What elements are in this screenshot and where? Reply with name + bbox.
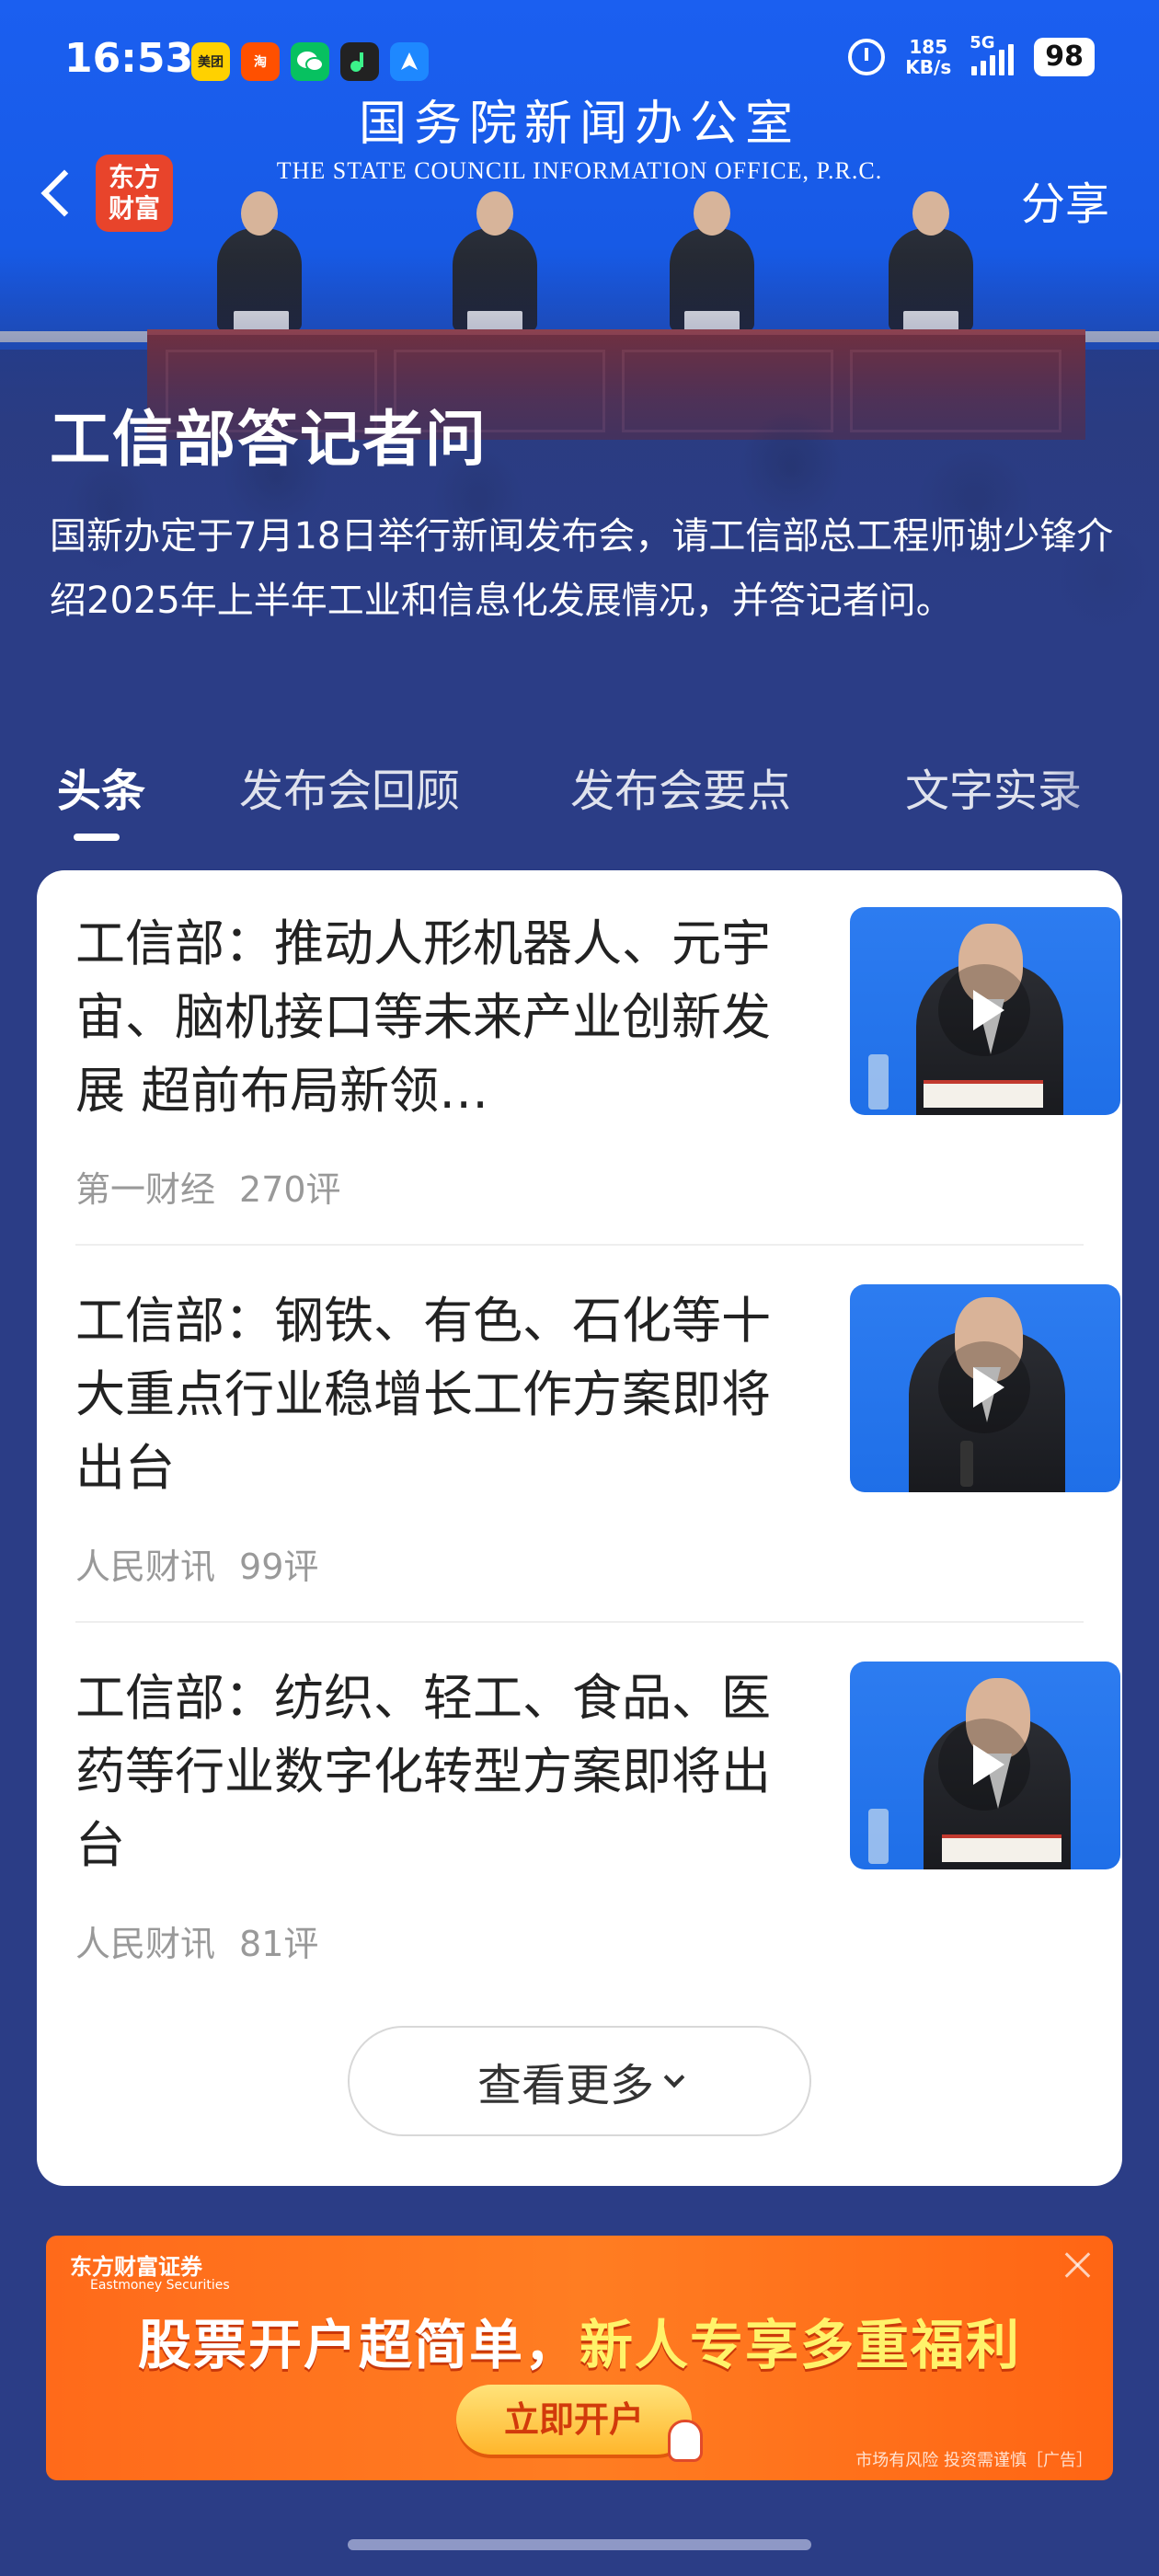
close-icon[interactable] <box>1060 2247 1096 2283</box>
comment-count: 99评 <box>239 1547 319 1587</box>
list-item[interactable]: 工信部：钢铁、有色、石化等十大重点行业稳增长工作方案即将出台 人民财讯 99评 <box>75 1248 1120 1625</box>
play-icon[interactable] <box>938 1719 1030 1811</box>
video-thumbnail[interactable] <box>850 1662 1120 1869</box>
ad-brand: 东方财富证券 <box>70 2254 202 2280</box>
video-thumbnail[interactable] <box>850 1284 1120 1492</box>
open-account-button[interactable]: 立即开户 <box>456 2385 692 2455</box>
wechat-icon <box>291 42 329 81</box>
list-item[interactable]: 工信部：推动人形机器人、元宇宙、脑机接口等未来产业创新发展 超前布局新领… 第一… <box>75 870 1120 1248</box>
navigation-app-icon <box>390 42 429 81</box>
news-card: 工信部：推动人形机器人、元宇宙、脑机接口等未来产业创新发展 超前布局新领… 第一… <box>37 870 1122 2186</box>
battery-icon: 98 <box>1034 38 1095 76</box>
clock: 16:53 <box>64 35 194 82</box>
view-more-button[interactable]: 查看更多 <box>348 2026 811 2136</box>
top-nav: 东方 财富 分享 <box>0 147 1159 239</box>
notification-icons: 美团 淘 <box>191 42 429 81</box>
article-meta: 第一财经 270评 <box>75 1161 341 1212</box>
divider <box>75 1621 1084 1623</box>
article-title[interactable]: 工信部：钢铁、有色、石化等十大重点行业稳增长工作方案即将出台 <box>75 1284 775 1505</box>
taobao-icon: 淘 <box>241 42 280 81</box>
topic-description: 国新办定于7月18日举行新闻发布会，请工信部总工程师谢少锋介绍2025年上半年工… <box>50 515 1114 622</box>
play-icon[interactable] <box>938 1341 1030 1433</box>
video-thumbnail[interactable] <box>850 907 1120 1115</box>
article-source: 人民财讯 <box>75 1547 216 1587</box>
ad-brand-en: Eastmoney Securities <box>90 2278 230 2293</box>
divider <box>75 1244 1084 1246</box>
article-source: 人民财讯 <box>75 1924 216 1964</box>
comment-count: 81评 <box>239 1924 319 1964</box>
active-tab-indicator <box>74 834 120 841</box>
net-speed: 185 KB/s <box>905 36 952 78</box>
ad-disclaimer: 市场有风险 投资需谨慎［广告］ <box>855 2451 1093 2470</box>
article-meta: 人民财讯 81评 <box>75 1915 318 1966</box>
tab-bar: 头条 发布会回顾 发布会要点 文字实录 <box>0 754 1159 846</box>
ad-headline: 股票开户超简单，新人专享多重福利 <box>137 2314 1022 2376</box>
tab-review[interactable]: 发布会回顾 <box>239 754 460 819</box>
article-meta: 人民财讯 99评 <box>75 1538 318 1589</box>
home-indicator[interactable] <box>348 2539 811 2550</box>
comment-count: 270评 <box>239 1169 341 1210</box>
list-item[interactable]: 工信部：纺织、轻工、食品、医药等行业数字化转型方案即将出台 人民财讯 81评 <box>75 1625 1120 2002</box>
topic-title: 工信部答记者问 <box>50 404 488 475</box>
music-app-icon <box>340 42 379 81</box>
article-title[interactable]: 工信部：纺织、轻工、食品、医药等行业数字化转型方案即将出台 <box>75 1662 775 1882</box>
tab-headlines[interactable]: 头条 <box>57 754 145 819</box>
article-title[interactable]: 工信部：推动人形机器人、元宇宙、脑机接口等未来产业创新发展 超前布局新领… <box>75 907 775 1128</box>
pointer-hand-icon <box>668 2420 703 2462</box>
ad-banner[interactable]: 东方财富证券 Eastmoney Securities 股票开户超简单，新人专享… <box>46 2236 1113 2480</box>
back-button[interactable] <box>37 164 77 223</box>
play-icon[interactable] <box>938 964 1030 1056</box>
tab-key-points[interactable]: 发布会要点 <box>570 754 791 819</box>
chevron-down-icon <box>663 2066 685 2088</box>
article-source: 第一财经 <box>75 1169 216 1210</box>
alarm-icon <box>848 39 886 75</box>
signal-icon: 5G <box>970 33 1015 75</box>
share-button[interactable]: 分享 <box>1021 167 1109 232</box>
eastmoney-logo: 东方 财富 <box>96 155 173 232</box>
status-bar: 16:53 美团 淘 185 KB/s 5G 98 <box>0 0 1159 110</box>
meituan-icon: 美团 <box>191 42 230 81</box>
